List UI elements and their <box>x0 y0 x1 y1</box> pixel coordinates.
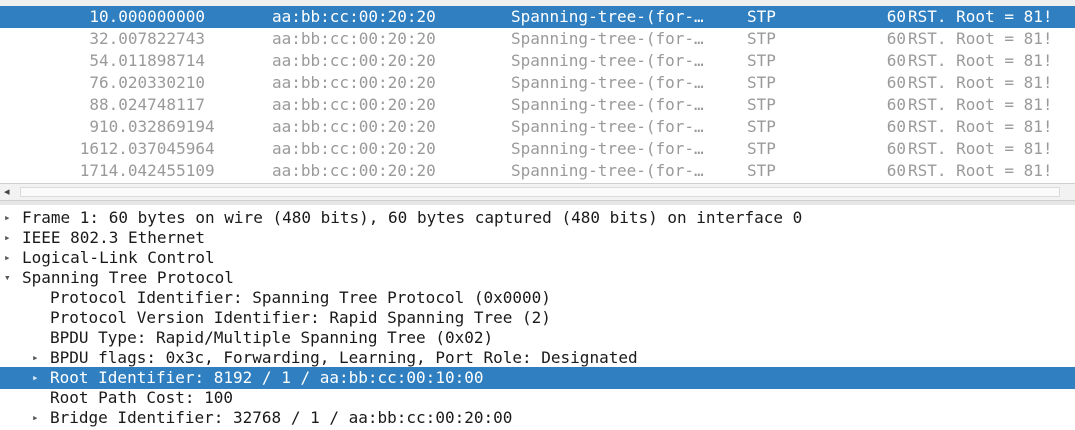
detail-tree-label: BPDU Type: Rapid/Multiple Spanning Tree … <box>50 328 494 347</box>
expand-arrow-icon[interactable]: ▸ <box>32 347 39 369</box>
packet-info: RST. Root = 81! <box>908 51 1053 70</box>
packet-length: 60 <box>886 139 906 158</box>
packet-info: RST. Root = 81! <box>908 7 1053 26</box>
detail-tree-item[interactable]: ▸ Root Identifier: 8192 / 1 / aa:bb:cc:00… <box>0 367 1075 389</box>
packet-row[interactable]: 5 4.011898714 aa:bb:cc:00:20:20 Spanning-tr… <box>0 50 1075 72</box>
packet-protocol: STP <box>747 95 776 114</box>
packet-destination: Spanning-tree-(for-… <box>511 161 704 180</box>
horizontal-scrollbar[interactable]: ◂ <box>0 183 1075 201</box>
packet-protocol: STP <box>747 51 776 70</box>
packet-time: 0.000000000 <box>99 7 205 26</box>
packet-info: RST. Root = 81! <box>908 139 1053 158</box>
expand-arrow-icon[interactable]: ▸ <box>4 227 11 249</box>
packet-length: 60 <box>886 51 906 70</box>
packet-list[interactable]: 1 0.000000000 aa:bb:cc:00:20:20 Spanning-tr… <box>0 0 1075 183</box>
packet-row[interactable]: 1 0.000000000 aa:bb:cc:00:20:20 Spanning-tr… <box>0 6 1075 28</box>
packet-source: aa:bb:cc:00:20:20 <box>272 161 436 180</box>
detail-tree-item[interactable]: ▸ Bridge Identifier: 32768 / 1 / aa:bb:cc… <box>0 407 1075 429</box>
detail-tree-label: Frame 1: 60 bytes on wire (480 bits), 60… <box>22 208 803 227</box>
packet-info: RST. Root = 81! <box>908 161 1053 180</box>
packet-source: aa:bb:cc:00:20:20 <box>272 73 436 92</box>
packet-source: aa:bb:cc:00:20:20 <box>272 139 436 158</box>
packet-info: RST. Root = 81! <box>908 117 1053 136</box>
packet-number: 17 <box>79 161 99 180</box>
packet-destination: Spanning-tree-(for-… <box>511 7 704 26</box>
packet-source: aa:bb:cc:00:20:20 <box>272 29 436 48</box>
packet-protocol: STP <box>747 117 776 136</box>
scroll-left-icon[interactable]: ◂ <box>4 185 10 198</box>
packet-destination: Spanning-tree-(for-… <box>511 95 704 114</box>
packet-row[interactable]: 7 6.020330210 aa:bb:cc:00:20:20 Spanning-tr… <box>0 72 1075 94</box>
packet-length: 60 <box>886 117 906 136</box>
packet-protocol: STP <box>747 29 776 48</box>
detail-tree-label: IEEE 802.3 Ethernet <box>22 228 206 247</box>
packet-time: 12.037045964 <box>99 139 215 158</box>
packet-row[interactable]: 3 2.007822743 aa:bb:cc:00:20:20 Spanning-tr… <box>0 28 1075 50</box>
packet-row[interactable]: 8 8.024748117 aa:bb:cc:00:20:20 Spanning-tr… <box>0 94 1075 116</box>
packet-info: RST. Root = 81! <box>908 29 1053 48</box>
scrollbar-thumb[interactable] <box>20 187 1060 197</box>
detail-tree-item[interactable]: Protocol Version Identifier: Rapid Spann… <box>0 307 1075 329</box>
packet-time: 6.020330210 <box>99 73 205 92</box>
expand-arrow-icon[interactable]: ▸ <box>4 247 11 269</box>
packet-time: 4.011898714 <box>99 51 205 70</box>
detail-tree-item[interactable]: ▸ IEEE 802.3 Ethernet <box>0 227 1075 249</box>
detail-tree-label: Protocol Version Identifier: Rapid Spann… <box>50 308 551 327</box>
collapse-arrow-icon[interactable]: ▾ <box>4 267 11 289</box>
packet-protocol: STP <box>747 139 776 158</box>
detail-tree-label: Root Path Cost: 100 <box>50 388 234 407</box>
packet-source: aa:bb:cc:00:20:20 <box>272 95 436 114</box>
detail-tree-item[interactable]: ▸ BPDU flags: 0x3c, Forwarding, Learning,… <box>0 347 1075 369</box>
packet-destination: Spanning-tree-(for-… <box>511 139 704 158</box>
packet-protocol: STP <box>747 73 776 92</box>
packet-source: aa:bb:cc:00:20:20 <box>272 51 436 70</box>
expand-arrow-icon[interactable]: ▸ <box>32 407 39 429</box>
detail-tree-item[interactable]: ▾ Spanning Tree Protocol <box>0 267 1075 289</box>
expand-arrow-icon[interactable]: ▸ <box>32 367 39 389</box>
packet-number: 5 <box>89 51 99 70</box>
packet-info: RST. Root = 81! <box>908 95 1053 114</box>
detail-tree-item[interactable]: ▸ Frame 1: 60 bytes on wire (480 bits), 6… <box>0 207 1075 229</box>
packet-length: 60 <box>886 73 906 92</box>
packet-number: 3 <box>89 29 99 48</box>
detail-tree-item[interactable]: ▸ Logical-Link Control <box>0 247 1075 269</box>
packet-time: 10.032869194 <box>99 117 215 136</box>
detail-tree-label: Logical-Link Control <box>22 248 215 267</box>
packet-number: 16 <box>79 139 99 158</box>
detail-tree-item[interactable]: BPDU Type: Rapid/Multiple Spanning Tree … <box>0 327 1075 349</box>
packet-details-tree[interactable]: ▸ Frame 1: 60 bytes on wire (480 bits), 6… <box>0 205 1075 430</box>
detail-tree-label: Bridge Identifier: 32768 / 1 / aa:bb:cc:… <box>50 408 513 427</box>
packet-length: 60 <box>886 95 906 114</box>
packet-number: 8 <box>89 95 99 114</box>
detail-tree-label: Protocol Identifier: Spanning Tree Proto… <box>50 288 551 307</box>
detail-tree-item[interactable]: Root Path Cost: 100 <box>0 387 1075 409</box>
packet-destination: Spanning-tree-(for-… <box>511 73 704 92</box>
detail-tree-label: Root Identifier: 8192 / 1 / aa:bb:cc:00:… <box>50 368 484 387</box>
packet-length: 60 <box>886 7 906 26</box>
packet-number: 9 <box>89 117 99 136</box>
packet-row[interactable]: 9 10.032869194 aa:bb:cc:00:20:20 Spanning-t… <box>0 116 1075 138</box>
detail-tree-label: BPDU flags: 0x3c, Forwarding, Learning, … <box>50 348 638 367</box>
packet-time: 14.042455109 <box>99 161 215 180</box>
packet-destination: Spanning-tree-(for-… <box>511 51 704 70</box>
detail-tree-item[interactable]: Protocol Identifier: Spanning Tree Proto… <box>0 287 1075 309</box>
packet-row[interactable]: 16 12.037045964 aa:bb:cc:00:20:20 Spanning-… <box>0 138 1075 160</box>
packet-row[interactable]: 17 14.042455109 aa:bb:cc:00:20:20 Spanning-… <box>0 160 1075 182</box>
packet-time: 2.007822743 <box>99 29 205 48</box>
expand-arrow-icon[interactable]: ▸ <box>4 207 11 229</box>
packet-number: 1 <box>89 7 99 26</box>
packet-info: RST. Root = 81! <box>908 73 1053 92</box>
detail-tree-label: Spanning Tree Protocol <box>22 268 234 287</box>
packet-protocol: STP <box>747 161 776 180</box>
packet-protocol: STP <box>747 7 776 26</box>
packet-source: aa:bb:cc:00:20:20 <box>272 117 436 136</box>
packet-length: 60 <box>886 161 906 180</box>
packet-source: aa:bb:cc:00:20:20 <box>272 7 436 26</box>
packet-destination: Spanning-tree-(for-… <box>511 117 704 136</box>
packet-number: 7 <box>89 73 99 92</box>
packet-time: 8.024748117 <box>99 95 205 114</box>
packet-length: 60 <box>886 29 906 48</box>
packet-destination: Spanning-tree-(for-… <box>511 29 704 48</box>
